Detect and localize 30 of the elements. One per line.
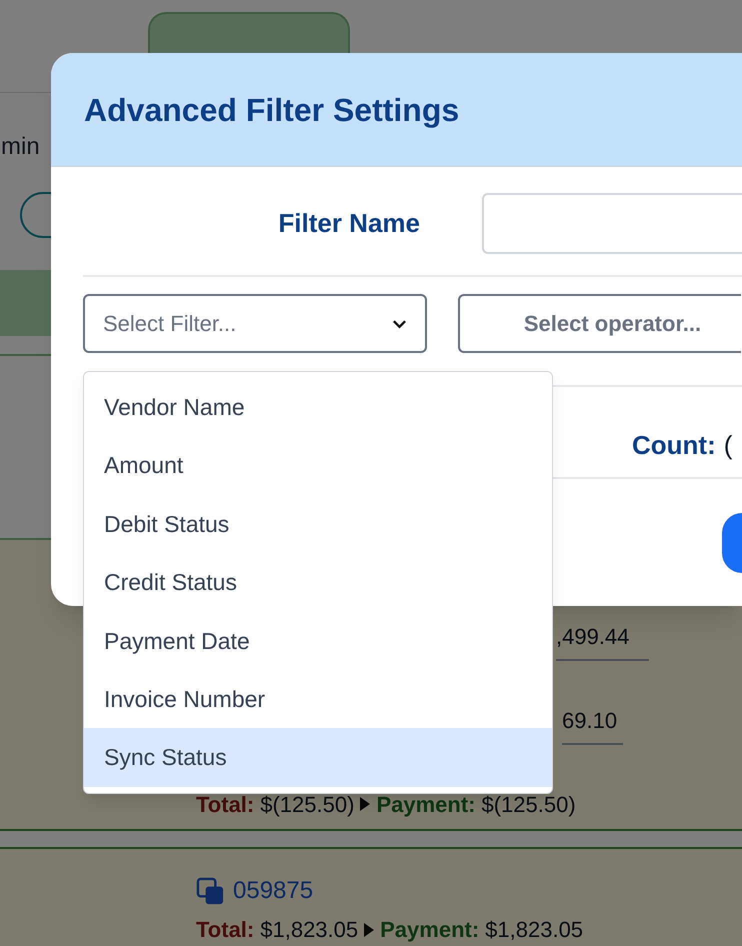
chevron-down-icon (392, 318, 407, 328)
user-name: min (0, 132, 40, 160)
payment-label: Payment: (380, 916, 480, 944)
copy-icon[interactable] (196, 876, 225, 906)
filter-name-label: Filter Name (277, 206, 420, 240)
payment-amount: $(125.50) (481, 790, 576, 819)
modal-title: Advanced Filter Settings (84, 90, 460, 130)
total-label: Total: (196, 790, 254, 819)
arrow-icon (364, 922, 374, 936)
count-label: Count: (632, 429, 716, 462)
payment-label: Payment: (376, 790, 476, 819)
dropdown-option[interactable]: Debit Status (84, 494, 552, 554)
total-label: Total: (196, 916, 254, 944)
amount-text: 69.10 (562, 704, 624, 745)
total-amount: $(125.50) (260, 790, 354, 819)
operator-button[interactable]: Select operator... (458, 294, 741, 353)
payment-amount: $1,823.05 (485, 916, 584, 944)
action-button[interactable] (722, 513, 742, 573)
arrow-icon (360, 797, 370, 812)
count-value: ( (724, 429, 732, 462)
dropdown-option[interactable]: Invoice Number (84, 670, 552, 728)
dropdown-option[interactable]: Payment Date (84, 612, 552, 670)
dropdown-option[interactable]: Credit Status (84, 553, 552, 612)
filter-select[interactable]: Select Filter... (83, 294, 427, 353)
dropdown-option[interactable]: Amount (84, 436, 552, 495)
total-amount: $1,823.05 (260, 916, 358, 944)
dropdown-option[interactable]: Sync Status (84, 728, 552, 787)
dropdown-option[interactable]: Vendor Name (84, 378, 552, 436)
amount-text: ,499.44 (556, 620, 650, 661)
filter-name-field[interactable] (482, 192, 742, 254)
